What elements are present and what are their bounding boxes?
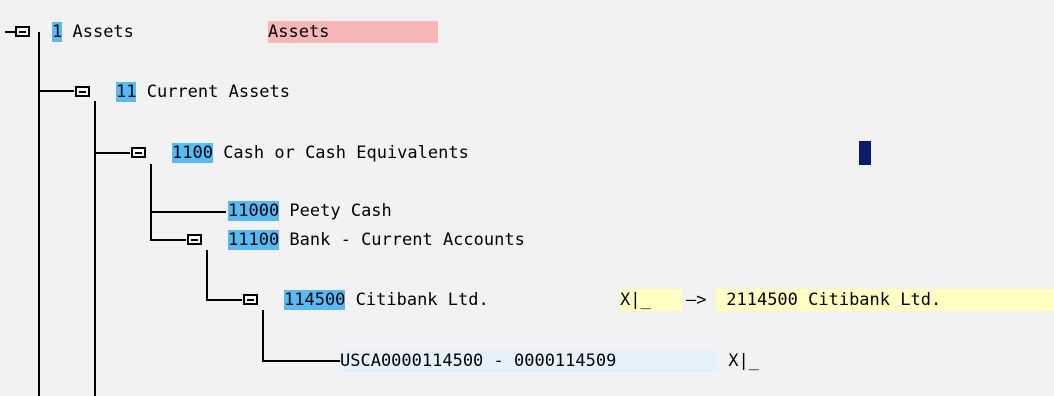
tree-node-bank[interactable]: 11100 Bank - Current Accounts xyxy=(228,229,525,251)
node-code: USCA0000114500 - 0000114509 xyxy=(340,351,617,371)
folder-icon[interactable] xyxy=(15,26,30,37)
tree-node-cash[interactable]: 1100 Cash or Cash Equivalents xyxy=(172,142,469,164)
node-label: Bank - Current Accounts xyxy=(279,230,525,250)
node-label: Current Assets xyxy=(136,82,291,102)
tree-node-petty-cash[interactable]: 11000 Peety Cash xyxy=(228,200,392,222)
node-code: 11000 xyxy=(228,201,280,221)
tree-line xyxy=(206,299,242,301)
tree-line xyxy=(262,310,264,361)
tree-line xyxy=(150,239,186,241)
node-label: Assets xyxy=(62,22,134,42)
node-label: Citibank Ltd. xyxy=(345,290,489,310)
tree-line xyxy=(38,32,40,396)
citibank-field-value: X|_ xyxy=(620,290,651,310)
tree-line xyxy=(150,211,226,213)
tree-line xyxy=(150,164,152,240)
node-code: 114500 xyxy=(284,290,346,310)
tree-node-assets[interactable]: 1 Assets xyxy=(52,21,134,43)
folder-icon[interactable] xyxy=(131,147,146,158)
tree-node-current-assets[interactable]: 11 Current Assets xyxy=(116,81,290,103)
account-range-field[interactable]: USCA0000114500 - 0000114509 xyxy=(340,350,718,372)
folder-icon[interactable] xyxy=(75,86,90,97)
assets-text-field[interactable]: Assets xyxy=(268,21,438,43)
node-code: 11100 xyxy=(228,230,280,250)
tree-line xyxy=(5,31,15,33)
folder-icon[interactable] xyxy=(243,294,258,305)
node-label: Cash or Cash Equivalents xyxy=(212,143,469,163)
tree-line xyxy=(38,90,74,92)
tree-node-citibank[interactable]: 114500 Citibank Ltd. xyxy=(284,289,489,311)
tree-line xyxy=(206,250,208,300)
tree-line xyxy=(262,360,340,362)
citibank-input-field[interactable]: X|_ xyxy=(620,289,682,311)
citibank-mapping-value: 2114500 Citibank Ltd. xyxy=(726,290,942,310)
citibank-mapping-field[interactable]: 2114500 Citibank Ltd. xyxy=(716,289,1054,311)
folder-icon[interactable] xyxy=(187,234,202,245)
node-label: Peety Cash xyxy=(279,201,392,221)
tree-line xyxy=(94,101,96,396)
node-code: 1 xyxy=(52,22,63,42)
assets-field-value: Assets xyxy=(268,22,330,42)
text-cursor xyxy=(859,141,871,165)
tree-line xyxy=(94,152,130,154)
mapping-arrow: —> xyxy=(686,290,707,310)
node-code: 1100 xyxy=(172,143,213,163)
node-code: 11 xyxy=(116,82,137,102)
account-range-marker[interactable]: X|_ xyxy=(718,350,759,372)
